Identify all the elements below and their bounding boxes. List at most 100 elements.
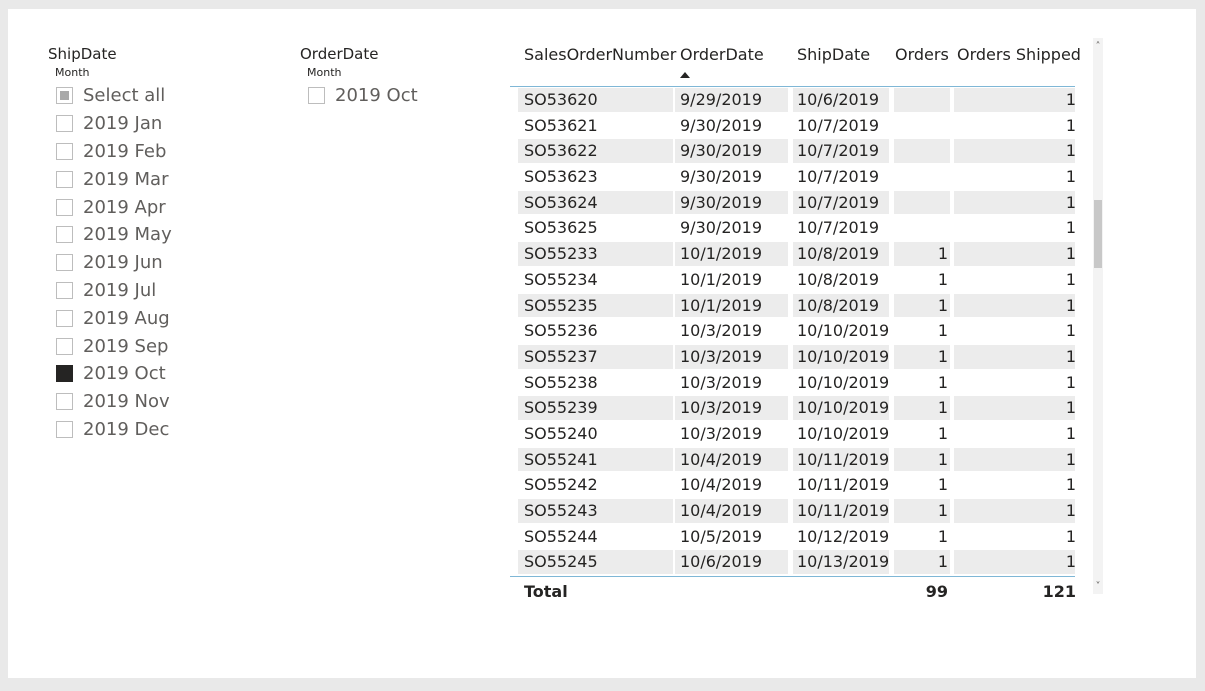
table-row[interactable]: SO55241 10/4/2019 10/11/2019 1 1	[510, 447, 1075, 473]
slicer-item-list: 2019 Oct	[308, 82, 500, 110]
table-row[interactable]: SO53621 9/30/2019 10/7/2019 1	[510, 113, 1075, 139]
scrollbar-thumb[interactable]	[1094, 200, 1102, 268]
table-scrollbar[interactable]: ˄ ˅	[1093, 38, 1103, 594]
slicer-item-label: 2019 May	[83, 224, 172, 246]
table-row[interactable]: SO53623 9/30/2019 10/7/2019 1	[510, 164, 1075, 190]
sales-order-table: SalesOrderNumber OrderDate ShipDate Orde…	[510, 40, 1081, 606]
cell-orderdate: 10/4/2019	[680, 475, 763, 495]
cell-shipdate: 10/11/2019	[797, 501, 890, 520]
slicer-item[interactable]: 2019 Apr	[56, 193, 248, 221]
checkbox[interactable]	[56, 365, 73, 383]
cell-orders-shipped: 1	[1065, 321, 1075, 341]
table-row[interactable]: SO55240 10/3/2019 10/10/2019 1 1	[510, 421, 1075, 447]
slicer-item[interactable]: 2019 Mar	[56, 165, 248, 193]
cell-orderdate: 10/1/2019	[680, 295, 763, 315]
cell-orders-shipped: 1	[1065, 141, 1075, 161]
cell-salesordernumber: SO55236	[524, 321, 598, 341]
total-label: Total	[524, 582, 568, 601]
checkbox[interactable]	[56, 254, 73, 272]
cell-shipdate: 10/10/2019	[797, 372, 890, 392]
slicer-item[interactable]: 2019 Oct	[56, 360, 248, 388]
checkbox[interactable]	[56, 87, 73, 105]
cell-orderdate: 10/3/2019	[680, 423, 763, 443]
table-row[interactable]: SO55237 10/3/2019 10/10/2019 1 1	[510, 344, 1075, 370]
table-row[interactable]: SO55238 10/3/2019 10/10/2019 1 1	[510, 370, 1075, 396]
table-row[interactable]: SO55243 10/4/2019 10/11/2019 1 1	[510, 498, 1075, 524]
table-row[interactable]: SO53624 9/30/2019 10/7/2019 1	[510, 190, 1075, 216]
checkbox[interactable]	[56, 309, 73, 327]
cell-orders: 1	[937, 423, 948, 443]
table-row[interactable]: SO53622 9/30/2019 10/7/2019 1	[510, 138, 1075, 164]
table-row[interactable]: SO55242 10/4/2019 10/11/2019 1 1	[510, 472, 1075, 498]
checkbox[interactable]	[56, 281, 73, 299]
checkbox[interactable]	[56, 226, 73, 244]
cell-background	[894, 88, 950, 112]
checkbox[interactable]	[56, 142, 73, 160]
checkbox[interactable]	[56, 393, 73, 411]
cell-salesordernumber: SO55235	[524, 295, 598, 315]
chevron-up-icon[interactable]: ˄	[1093, 40, 1103, 54]
slicer-item[interactable]: 2019 Feb	[56, 138, 248, 166]
chevron-down-icon[interactable]: ˅	[1093, 580, 1103, 594]
slicer-item[interactable]: 2019 May	[56, 221, 248, 249]
table-row[interactable]: SO55239 10/3/2019 10/10/2019 1 1	[510, 395, 1075, 421]
table-row[interactable]: SO55234 10/1/2019 10/8/2019 1 1	[510, 267, 1075, 293]
column-header-orders[interactable]: Orders	[895, 44, 949, 66]
slicer-item[interactable]: 2019 Jan	[56, 110, 248, 138]
checkbox[interactable]	[56, 115, 73, 133]
cell-orderdate: 10/3/2019	[680, 321, 763, 341]
cell-orders: 1	[937, 372, 948, 392]
slicer-item[interactable]: 2019 Aug	[56, 304, 248, 332]
cell-background	[894, 216, 950, 240]
cell-orderdate: 9/29/2019	[680, 90, 763, 109]
cell-shipdate: 10/11/2019	[797, 475, 890, 495]
checkbox[interactable]	[56, 337, 73, 355]
cell-orders-shipped: 1	[1065, 167, 1075, 187]
slicer-item[interactable]: 2019 Oct	[308, 82, 500, 110]
slicer-item[interactable]: 2019 Sep	[56, 332, 248, 360]
table-row[interactable]: SO53620 9/29/2019 10/6/2019 1	[510, 87, 1075, 113]
cell-orderdate: 9/30/2019	[680, 167, 763, 187]
checkbox[interactable]	[56, 198, 73, 216]
table-row[interactable]: SO55245 10/6/2019 10/13/2019 1 1	[510, 549, 1075, 575]
column-header-orders-shipped[interactable]: Orders Shipped	[957, 44, 1081, 66]
slicer-item[interactable]: 2019 Nov	[56, 388, 248, 416]
cell-shipdate: 10/8/2019	[797, 269, 880, 289]
cell-shipdate: 10/7/2019	[797, 141, 880, 161]
cell-orders-shipped: 1	[1065, 218, 1075, 238]
column-header-salesordernumber[interactable]: SalesOrderNumber	[524, 44, 676, 66]
slicer-item[interactable]: 2019 Dec	[56, 416, 248, 444]
cell-salesordernumber: SO55243	[524, 501, 598, 520]
slicer-item[interactable]: 2019 Jun	[56, 249, 248, 277]
cell-shipdate: 10/13/2019	[797, 552, 890, 572]
cell-salesordernumber: SO55240	[524, 423, 598, 443]
slicer-item-label: 2019 Oct	[83, 363, 166, 385]
cell-shipdate: 10/10/2019	[797, 321, 890, 341]
cell-orders: 1	[937, 295, 948, 315]
cell-orders-shipped: 1	[1065, 115, 1075, 135]
cell-orderdate: 10/5/2019	[680, 526, 763, 546]
cell-shipdate: 10/6/2019	[797, 90, 880, 109]
cell-salesordernumber: SO53623	[524, 167, 598, 187]
table-row[interactable]: SO55236 10/3/2019 10/10/2019 1 1	[510, 318, 1075, 344]
table-row[interactable]: SO53625 9/30/2019 10/7/2019 1	[510, 215, 1075, 241]
cell-background	[894, 190, 950, 215]
cell-orders-shipped: 1	[1065, 192, 1075, 212]
column-header-shipdate[interactable]: ShipDate	[797, 44, 870, 66]
cell-orders-shipped: 1	[1065, 372, 1075, 392]
cell-orders: 1	[937, 475, 948, 495]
table-header: SalesOrderNumber OrderDate ShipDate Orde…	[510, 40, 1081, 87]
slicer-item[interactable]: Select all	[56, 82, 248, 110]
column-header-orderdate[interactable]: OrderDate	[680, 44, 764, 66]
cell-orderdate: 9/30/2019	[680, 218, 763, 238]
slicer-item[interactable]: 2019 Jul	[56, 277, 248, 305]
cell-orderdate: 10/1/2019	[680, 244, 763, 264]
table-row[interactable]: SO55233 10/1/2019 10/8/2019 1 1	[510, 241, 1075, 267]
cell-orders: 1	[937, 552, 948, 572]
checkbox[interactable]	[56, 420, 73, 438]
cell-orders-shipped: 1	[1065, 269, 1075, 289]
table-row[interactable]: SO55235 10/1/2019 10/8/2019 1 1	[510, 293, 1075, 319]
table-row[interactable]: SO55244 10/5/2019 10/12/2019 1 1	[510, 524, 1075, 550]
checkbox[interactable]	[56, 170, 73, 188]
checkbox[interactable]	[308, 87, 325, 105]
